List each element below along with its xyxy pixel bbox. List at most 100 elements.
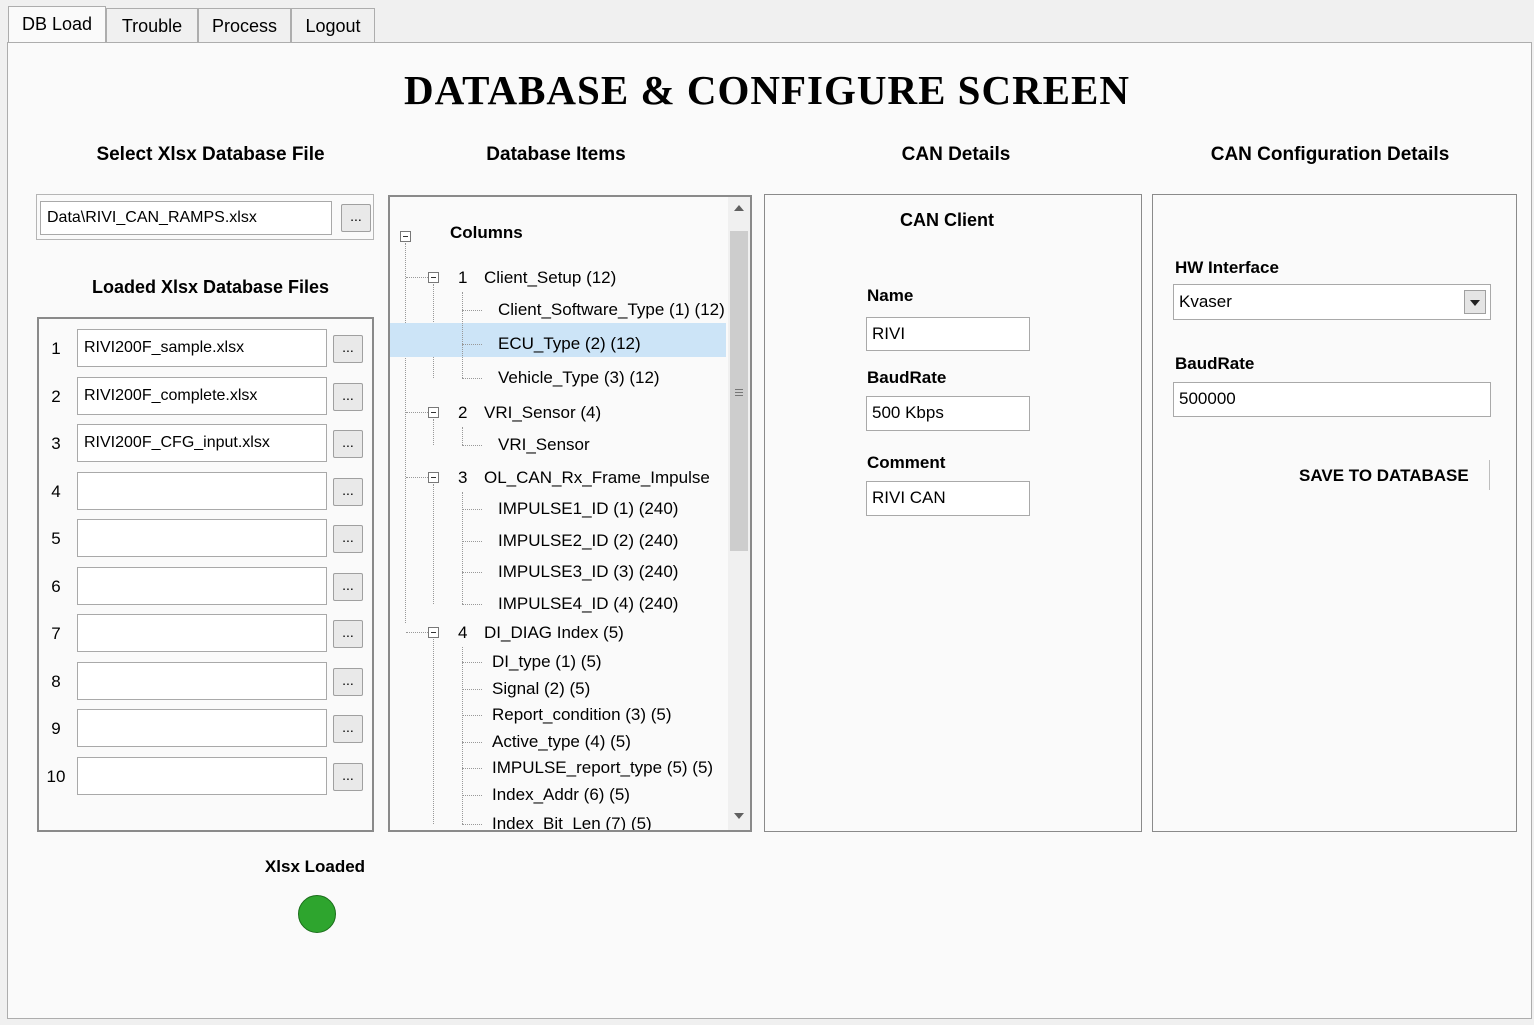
tree-leaf-node[interactable]: IMPULSE4_ID (4) (240)	[498, 594, 678, 614]
tree-line	[462, 604, 482, 605]
can-client-title: CAN Client	[900, 210, 994, 230]
tree-group-node[interactable]: OL_CAN_Rx_Frame_Impulse	[484, 468, 710, 488]
collapse-icon[interactable]	[400, 231, 411, 242]
tree-line	[462, 292, 463, 378]
tree-leaf-node[interactable]: IMPULSE1_ID (1) (240)	[498, 499, 678, 519]
tree-leaf-node[interactable]: Index_Bit_Len (7) (5)	[492, 814, 652, 830]
tab-process[interactable]: Process	[198, 8, 291, 42]
loaded-file-browse-button[interactable]: ...	[333, 430, 363, 458]
tree-line	[462, 445, 482, 446]
loaded-file-row: 3 RIVI200F_CFG_input.xlsx...	[39, 422, 372, 462]
loaded-file-input[interactable]	[77, 614, 327, 652]
scroll-thumb[interactable]	[730, 231, 748, 551]
loaded-file-input[interactable]: RIVI200F_sample.xlsx	[77, 329, 327, 367]
tree-group-node[interactable]: Client_Setup (12)	[484, 268, 616, 288]
loaded-file-browse-button[interactable]: ...	[333, 382, 363, 411]
loaded-file-input[interactable]: RIVI200F_complete.xlsx	[77, 376, 327, 415]
tree-scrollbar[interactable]	[728, 197, 750, 830]
config-baudrate-input[interactable]: 500000	[1173, 382, 1491, 417]
dropdown-button[interactable]	[1464, 290, 1486, 314]
tree-leaf-node[interactable]: VRI_Sensor	[498, 435, 590, 455]
file-path-input[interactable]: Data\RIVI_CAN_RAMPS.xlsx	[40, 201, 332, 235]
hw-interface-value: Kvaser	[1179, 292, 1232, 311]
loaded-file-input[interactable]	[77, 709, 327, 747]
tree-group-number: 1	[458, 268, 468, 287]
loaded-file-row: 5...	[39, 517, 372, 557]
tree-leaf-node[interactable]: IMPULSE3_ID (3) (240)	[498, 562, 678, 582]
scroll-down-icon[interactable]	[734, 813, 744, 819]
tree-leaf-node[interactable]: Index_Addr (6) (5)	[492, 785, 630, 805]
tree-leaf-node[interactable]: DI_type (1) (5)	[492, 652, 602, 672]
loaded-files-header: Loaded Xlsx Database Files	[91, 277, 330, 297]
tree-line	[462, 768, 482, 769]
db-items-header: Database Items	[486, 144, 626, 165]
tree-line	[462, 742, 482, 743]
tree-leaf-node[interactable]: Active_type (4) (5)	[492, 732, 631, 752]
tree-line	[405, 243, 406, 623]
tree-root[interactable]: Columns	[450, 223, 523, 243]
row-number: 3	[51, 434, 61, 453]
loaded-file-input[interactable]	[77, 471, 327, 510]
row-number: 10	[46, 766, 66, 786]
tree-leaf-node[interactable]: Signal (2) (5)	[492, 679, 590, 699]
tree-line	[462, 492, 463, 604]
tree-line	[462, 509, 482, 510]
tree-leaf-node[interactable]: Vehicle_Type (3) (12)	[498, 368, 660, 388]
save-to-database-button[interactable]: SAVE TO DATABASE	[1290, 460, 1490, 490]
tree-leaf-node[interactable]: Client_Software_Type (1) (12)	[498, 300, 725, 320]
tree-group-number: 2	[458, 403, 468, 422]
row-number: 2	[51, 386, 61, 406]
tree-group-node[interactable]: VRI_Sensor (4)	[484, 403, 601, 423]
tree-group-node[interactable]: DI_DIAG Index (5)	[484, 623, 624, 643]
scroll-up-icon[interactable]	[734, 205, 744, 211]
collapse-icon[interactable]	[428, 472, 439, 483]
row-number: 9	[51, 719, 61, 738]
name-input[interactable]: RIVI	[866, 317, 1030, 351]
db-items-tree[interactable]: Columns 1 Client_Setup (12) Client_Software…	[388, 195, 752, 832]
loaded-file-browse-button[interactable]: ...	[333, 335, 363, 363]
row-number: 6	[51, 576, 61, 596]
tree-leaf-node[interactable]: Report_condition (3) (5)	[492, 705, 672, 725]
loaded-file-input[interactable]: RIVI200F_CFG_input.xlsx	[77, 424, 327, 462]
file-browse-button[interactable]: ...	[341, 204, 371, 232]
collapse-icon[interactable]	[428, 627, 439, 638]
tree-leaf-node[interactable]: ECU_Type (2) (12)	[498, 334, 641, 354]
tree-leaf-node[interactable]: IMPULSE_report_type (5) (5)	[492, 758, 713, 778]
tab-logout[interactable]: Logout	[291, 8, 375, 42]
tree-line	[462, 689, 482, 690]
collapse-icon[interactable]	[428, 407, 439, 418]
tree-line	[462, 427, 463, 445]
loaded-files-panel: 1 RIVI200F_sample.xlsx... 2 RIVI200F_comple…	[37, 317, 374, 832]
tree-line	[406, 632, 428, 633]
tree-leaf-node[interactable]: IMPULSE2_ID (2) (240)	[498, 531, 678, 551]
loaded-file-input[interactable]	[77, 519, 327, 557]
loaded-file-browse-button[interactable]: ...	[333, 572, 363, 601]
tree-group-number: 4	[458, 623, 468, 642]
row-number: 7	[51, 624, 61, 643]
row-number: 4	[51, 481, 61, 501]
loaded-file-browse-button[interactable]: ...	[333, 762, 363, 791]
name-label: Name	[867, 286, 914, 305]
can-details-header: CAN Details	[901, 144, 1011, 165]
xlsx-loaded-indicator	[298, 895, 336, 933]
loaded-file-row: 4...	[39, 470, 372, 510]
tab-db-load[interactable]: DB Load	[8, 6, 106, 42]
tree-line	[462, 344, 482, 345]
loaded-file-browse-button[interactable]: ...	[333, 715, 363, 743]
loaded-file-browse-button[interactable]: ...	[333, 620, 363, 648]
loaded-file-browse-button[interactable]: ...	[333, 525, 363, 553]
tree-line	[406, 477, 428, 478]
tree-line	[406, 412, 428, 413]
loaded-file-input[interactable]	[77, 661, 327, 700]
loaded-file-row: 6...	[39, 565, 372, 605]
tab-trouble[interactable]: Trouble	[106, 8, 198, 42]
collapse-icon[interactable]	[428, 272, 439, 283]
loaded-file-input[interactable]	[77, 566, 327, 605]
baudrate-input[interactable]: 500 Kbps	[866, 396, 1030, 431]
loaded-file-input[interactable]	[77, 756, 327, 795]
loaded-file-browse-button[interactable]: ...	[333, 477, 363, 506]
row-number: 1	[51, 339, 61, 358]
comment-input[interactable]: RIVI CAN	[866, 481, 1030, 516]
loaded-file-browse-button[interactable]: ...	[333, 667, 363, 696]
hw-interface-select[interactable]: Kvaser	[1173, 284, 1491, 320]
